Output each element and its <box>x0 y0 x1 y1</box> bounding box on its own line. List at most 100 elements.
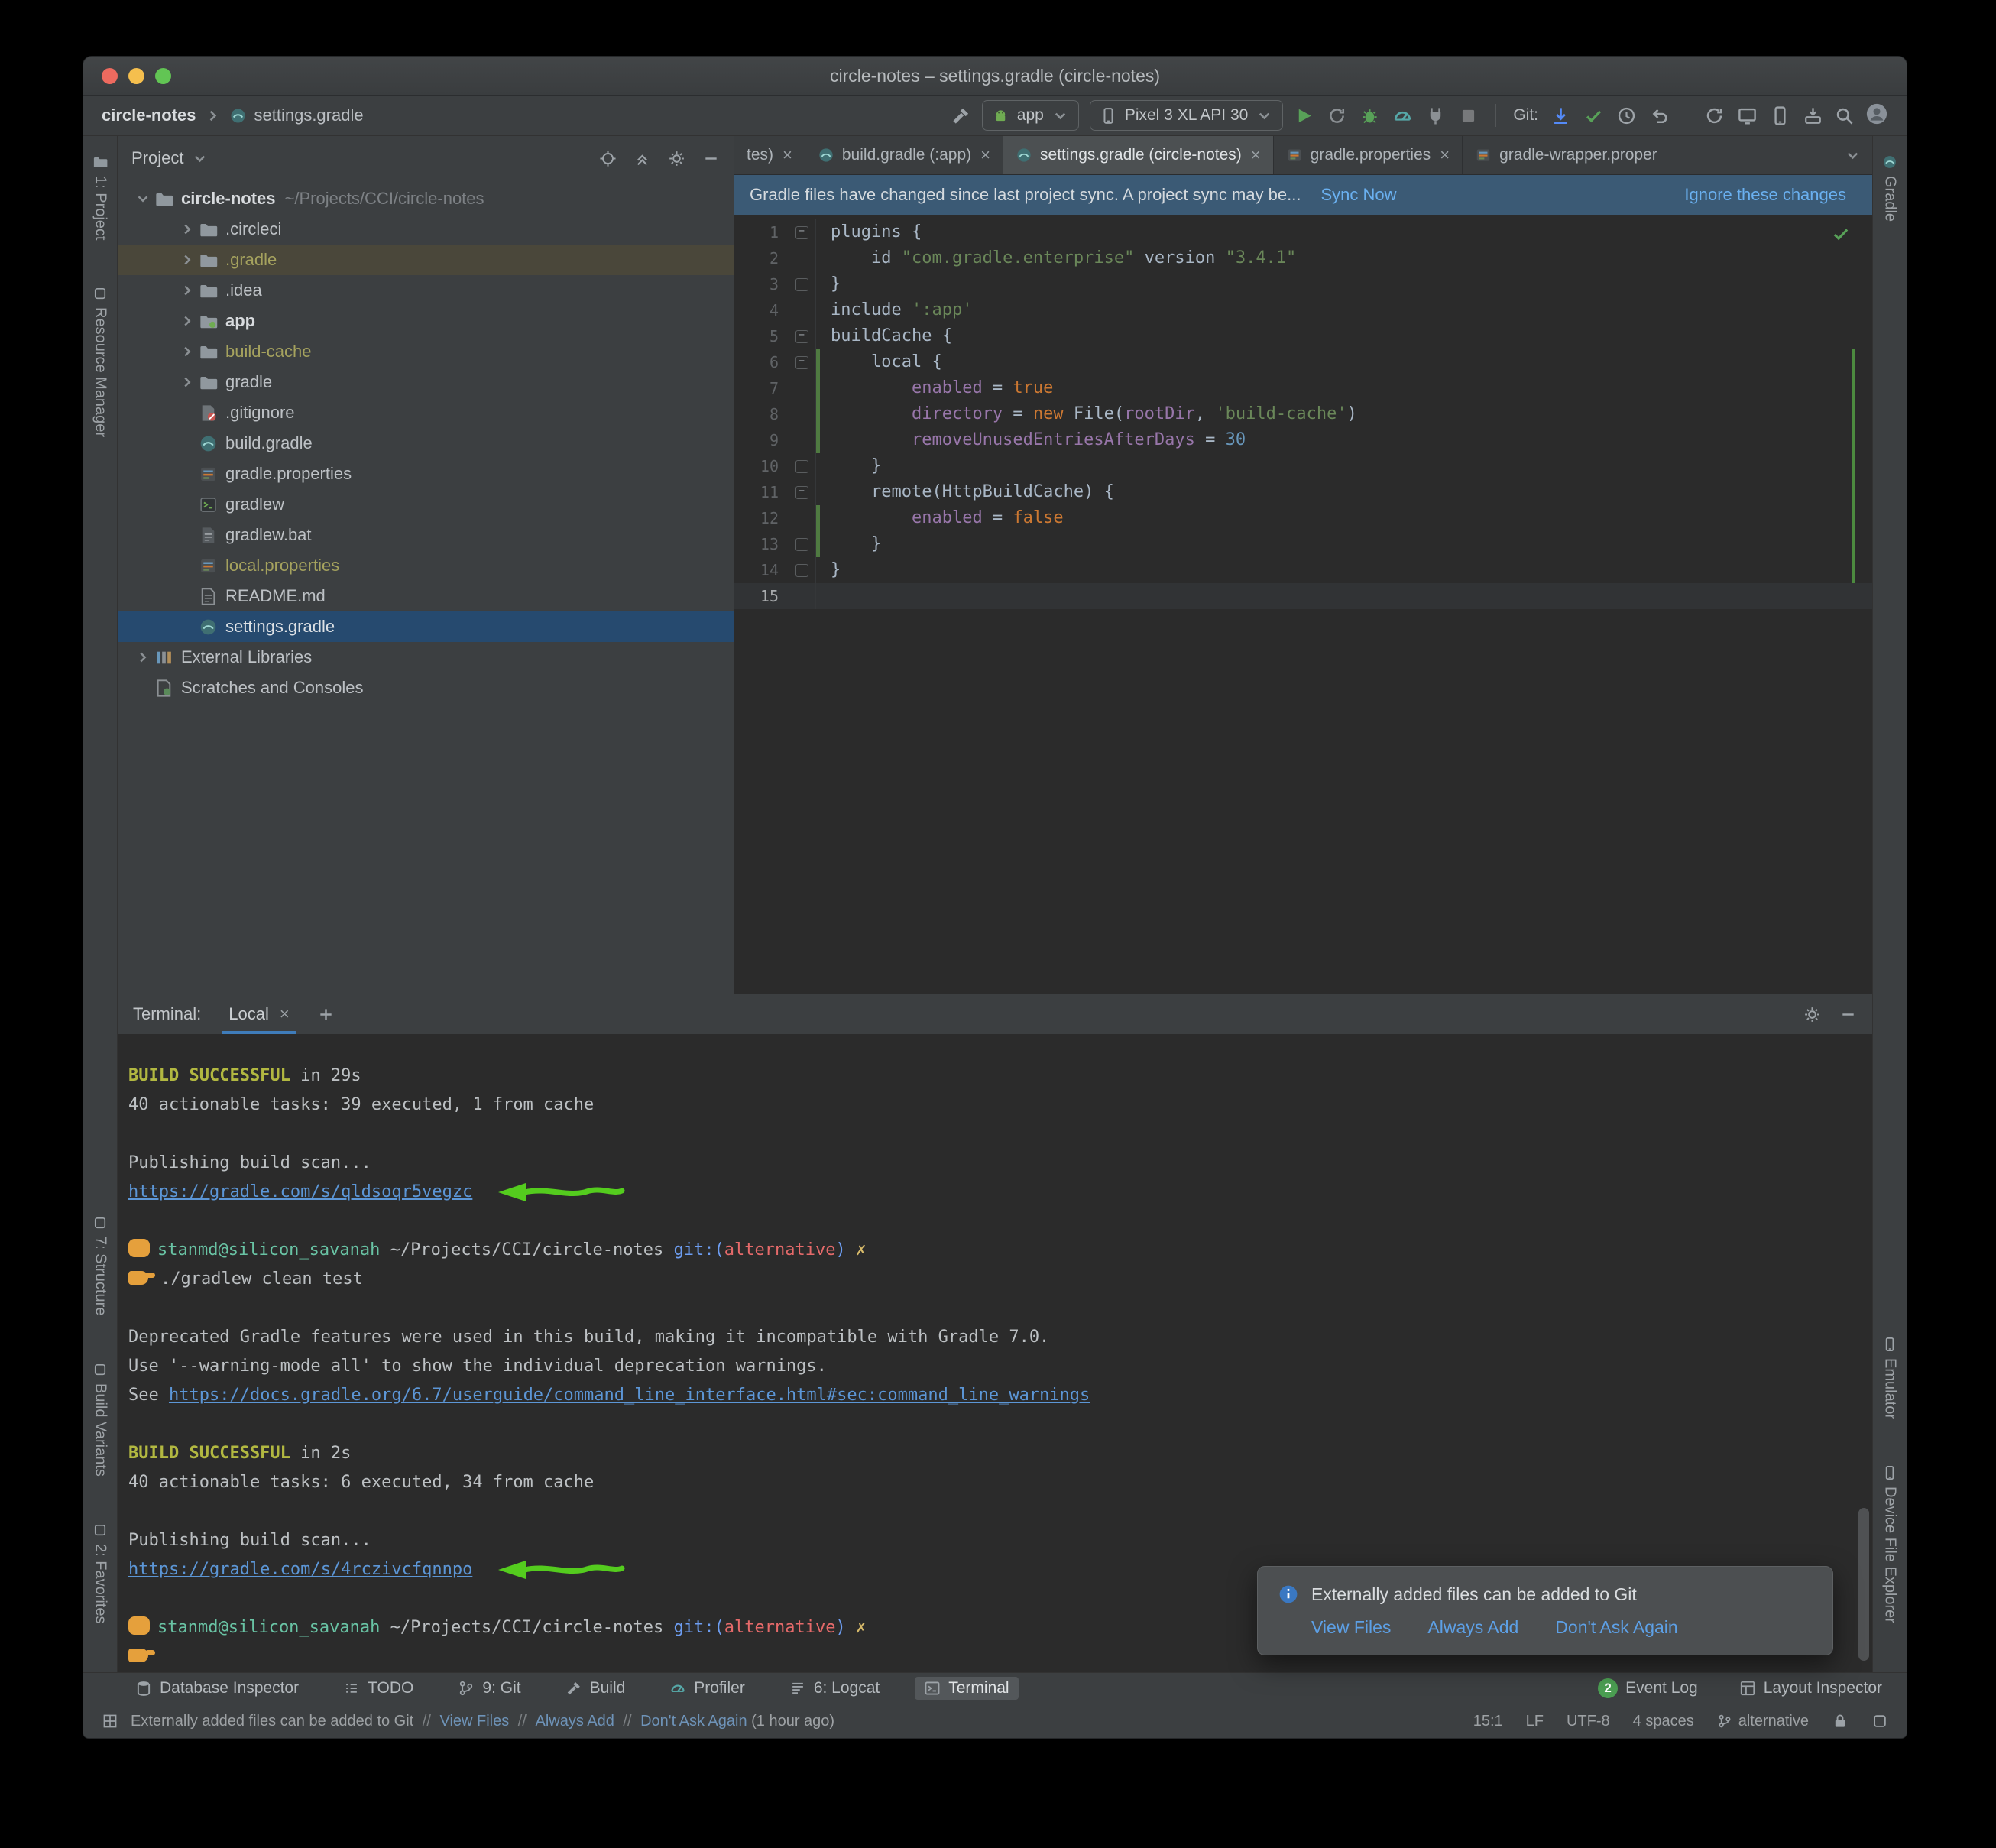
gutter[interactable] <box>788 583 816 609</box>
rollback-button[interactable] <box>1649 105 1670 126</box>
status-action-link[interactable]: View Files <box>439 1713 509 1730</box>
status-action-link[interactable]: Don't Ask Again <box>640 1713 747 1730</box>
commit-button[interactable] <box>1583 105 1604 126</box>
tree-item-gradlew-bat[interactable]: gradlew.bat <box>118 520 734 550</box>
tree-item-external-libraries[interactable]: External Libraries <box>118 642 734 673</box>
line-number[interactable]: 10 <box>734 453 788 479</box>
editor-tab-gradle-properties[interactable]: gradle.properties× <box>1274 136 1463 174</box>
inspections-ok-icon[interactable] <box>1831 224 1851 244</box>
build-scan-link[interactable]: https://gradle.com/s/qldsoqr5vegzc <box>128 1182 472 1201</box>
attach-debugger-button[interactable] <box>1425 105 1446 126</box>
tool-button-database-inspector[interactable]: Database Inspector <box>126 1677 308 1700</box>
build-scan-link[interactable]: https://docs.gradle.org/6.7/userguide/co… <box>169 1386 1090 1405</box>
line-number[interactable]: 15 <box>734 583 788 609</box>
sdk-manager-button[interactable] <box>1803 105 1823 126</box>
tool-button-9-git[interactable]: 9: Git <box>449 1677 530 1700</box>
line-number[interactable]: 7 <box>734 375 788 401</box>
fold-start-icon[interactable]: − <box>788 219 816 245</box>
tool-window-button-2-favorites[interactable]: 2: Favorites <box>92 1522 109 1623</box>
update-project-button[interactable] <box>1550 105 1571 126</box>
tree-item-settings-gradle[interactable]: settings.gradle <box>118 611 734 642</box>
device-manager-button[interactable] <box>1770 105 1790 126</box>
tool-button-layout-inspector[interactable]: Layout Inspector <box>1730 1677 1891 1700</box>
line-number[interactable]: 4 <box>734 297 788 323</box>
readonly-lock-icon[interactable] <box>1832 1713 1849 1730</box>
git-branch-widget[interactable]: alternative <box>1717 1713 1809 1730</box>
tool-button-event-log[interactable]: 2Event Log <box>1589 1676 1707 1700</box>
tree-expand-icon[interactable] <box>176 251 199 268</box>
tree-item-build-cache[interactable]: build-cache <box>118 336 734 367</box>
ignore-changes-link[interactable]: Ignore these changes <box>1684 185 1846 205</box>
tool-window-button-device-file-explorer[interactable]: Device File Explorer <box>1881 1465 1899 1623</box>
encoding-indicator[interactable]: UTF-8 <box>1567 1713 1610 1730</box>
profile-button[interactable] <box>1392 105 1413 126</box>
new-terminal-tab-icon[interactable] <box>317 1006 335 1023</box>
toolwindow-toggle-icon[interactable] <box>102 1713 118 1730</box>
line-number[interactable]: 13 <box>734 531 788 557</box>
close-tab-icon[interactable]: × <box>980 147 990 164</box>
tool-window-button-7-structure[interactable]: 7: Structure <box>92 1215 109 1315</box>
line-number[interactable]: 6 <box>734 349 788 375</box>
editor-tab-gradle-wrapper-proper[interactable]: gradle-wrapper.proper <box>1463 136 1670 174</box>
status-action-link[interactable]: Always Add <box>535 1713 614 1730</box>
locate-file-icon[interactable] <box>599 150 617 167</box>
gutter[interactable] <box>788 297 816 323</box>
history-button[interactable] <box>1616 105 1637 126</box>
tree-expand-icon[interactable] <box>176 343 199 360</box>
dont-ask-again-link[interactable]: Don't Ask Again <box>1555 1617 1677 1638</box>
tree-expand-icon[interactable] <box>176 313 199 329</box>
tool-button-profiler[interactable]: Profiler <box>660 1677 754 1700</box>
tool-window-button-build-variants[interactable]: Build Variants <box>92 1362 109 1477</box>
line-ending-indicator[interactable]: LF <box>1526 1713 1544 1730</box>
hide-panel-icon[interactable] <box>702 150 720 167</box>
tree-expand-icon[interactable] <box>176 374 199 391</box>
fold-start-icon[interactable]: − <box>788 479 816 505</box>
gear-icon[interactable] <box>668 150 685 167</box>
tree-item-scratches-and-consoles[interactable]: Scratches and Consoles <box>118 673 734 703</box>
fold-end-icon[interactable] <box>788 271 816 297</box>
editor-code-area[interactable]: 1−plugins {2 id "com.gradle.enterprise" … <box>734 215 1872 994</box>
avatar[interactable] <box>1865 102 1888 129</box>
sync-now-link[interactable]: Sync Now <box>1320 185 1396 205</box>
caret-position[interactable]: 15:1 <box>1473 1713 1503 1730</box>
run-config-select[interactable]: app <box>982 100 1079 131</box>
line-number[interactable]: 1 <box>734 219 788 245</box>
gutter[interactable] <box>788 427 816 453</box>
fold-start-icon[interactable]: − <box>788 349 816 375</box>
fold-end-icon[interactable] <box>788 557 816 583</box>
project-view-select[interactable]: Project <box>131 148 183 168</box>
status-corner-icon[interactable] <box>1871 1713 1888 1730</box>
debug-button[interactable] <box>1359 105 1380 126</box>
tool-window-button-gradle[interactable]: Gradle <box>1881 154 1899 222</box>
tree-item-local-properties[interactable]: local.properties <box>118 550 734 581</box>
tree-item-build-gradle[interactable]: build.gradle <box>118 428 734 459</box>
gutter[interactable] <box>788 375 816 401</box>
tree-expand-icon[interactable] <box>176 282 199 299</box>
tree-item-gradlew[interactable]: gradlew <box>118 489 734 520</box>
tool-button-terminal[interactable]: Terminal <box>915 1677 1018 1700</box>
run-button[interactable] <box>1294 105 1314 126</box>
line-number[interactable]: 14 <box>734 557 788 583</box>
editor-tab-settings-gradle-circle-notes[interactable]: settings.gradle (circle-notes)× <box>1003 136 1274 174</box>
fold-end-icon[interactable] <box>788 453 816 479</box>
build-scan-link[interactable]: https://gradle.com/s/4rczivcfqnnpo <box>128 1560 472 1579</box>
tool-window-button-1-project[interactable]: 1: Project <box>92 154 109 240</box>
stop-button[interactable] <box>1458 105 1479 126</box>
always-add-link[interactable]: Always Add <box>1427 1617 1518 1638</box>
gutter[interactable] <box>788 401 816 427</box>
line-number[interactable]: 9 <box>734 427 788 453</box>
tree-item-circle-notes[interactable]: circle-notes~/Projects/CCI/circle-notes <box>118 183 734 214</box>
tree-collapse-icon[interactable] <box>131 190 154 207</box>
tool-button-build[interactable]: Build <box>556 1677 635 1700</box>
tool-window-button-resource-manager[interactable]: Resource Manager <box>92 286 109 437</box>
search-icon[interactable] <box>1834 105 1855 126</box>
layout-inspector-button[interactable] <box>1737 105 1758 126</box>
tree-item-app[interactable]: app <box>118 306 734 336</box>
close-tab-icon[interactable]: × <box>1251 147 1261 164</box>
chevron-down-icon[interactable] <box>191 150 209 167</box>
terminal-settings-icon[interactable] <box>1803 1006 1821 1023</box>
line-number[interactable]: 3 <box>734 271 788 297</box>
tree-item-idea[interactable]: .idea <box>118 275 734 306</box>
tree-item-gradle[interactable]: gradle <box>118 367 734 397</box>
indent-indicator[interactable]: 4 spaces <box>1633 1713 1694 1730</box>
